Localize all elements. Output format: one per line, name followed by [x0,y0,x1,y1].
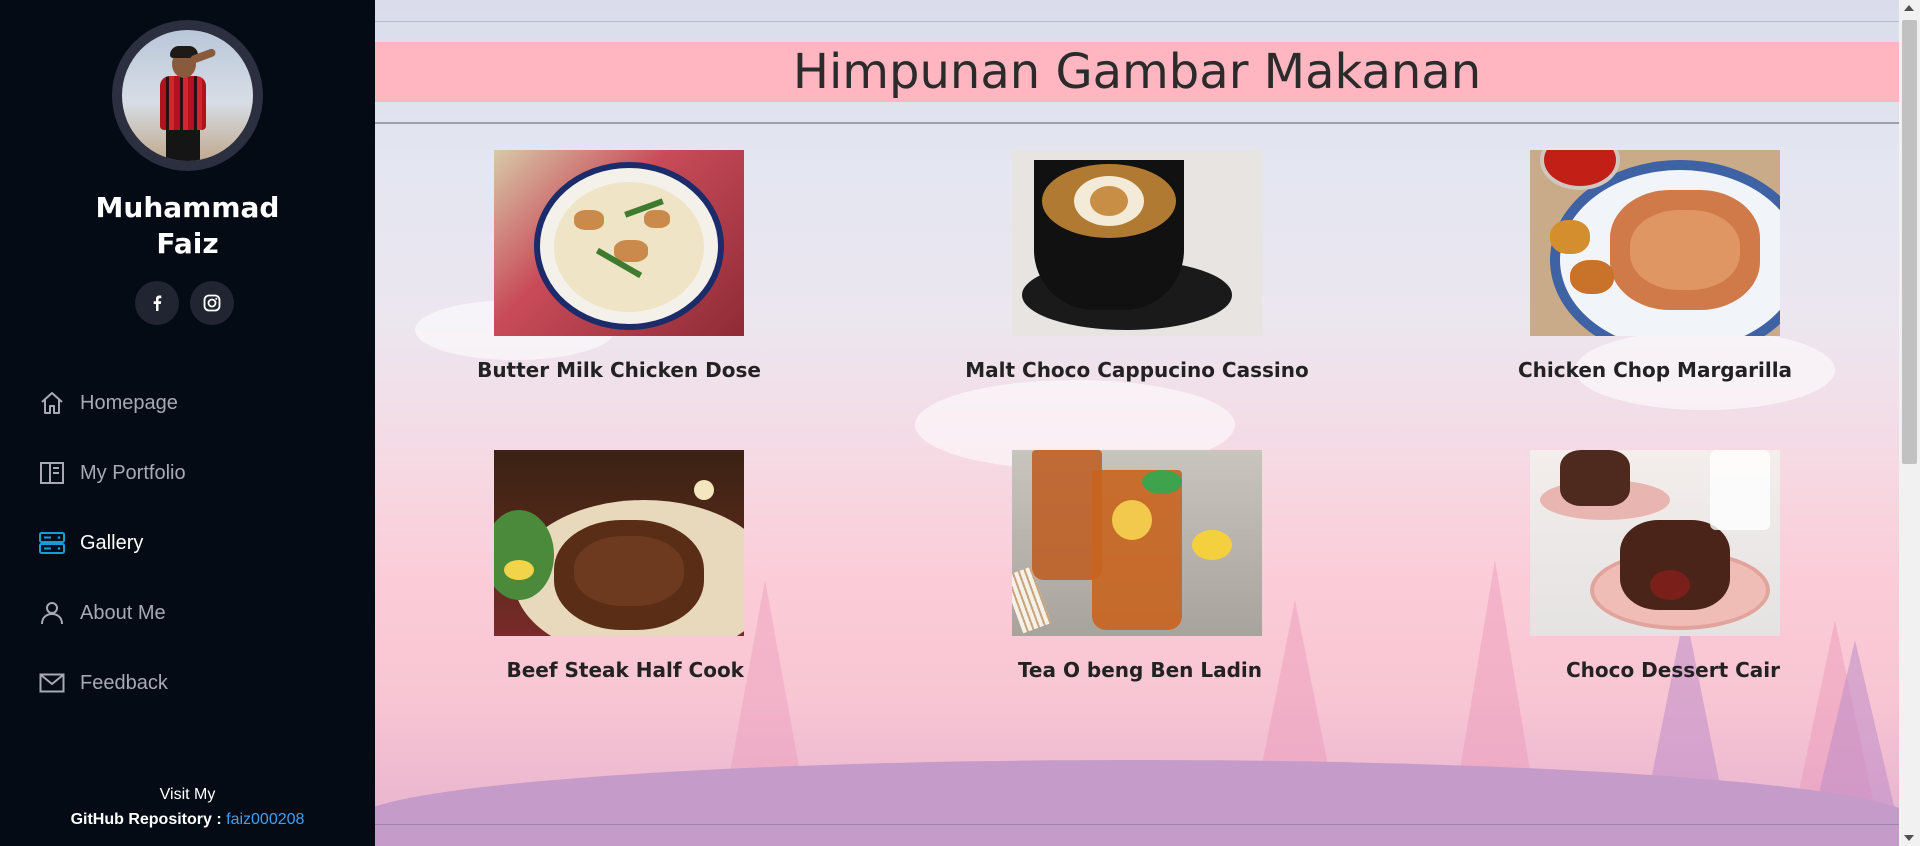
food-caption: Chicken Chop Margarilla [1517,358,1793,382]
top-divider [375,21,1899,22]
facebook-icon [153,295,162,311]
bottom-divider [375,824,1899,825]
footer-line-1: Visit My [159,786,216,803]
avatar [122,30,253,161]
footer-github-label: GitHub Repository : [70,811,227,828]
nav-item-my-portfolio[interactable]: My Portfolio [0,438,375,508]
nav-item-homepage[interactable]: Homepage [0,368,375,438]
food-image[interactable] [1012,150,1262,336]
envelope-icon [38,669,66,697]
food-caption: Butter Milk Chicken Dose [477,358,761,382]
profile-name: Muhammad Faiz [95,191,280,260]
food-image[interactable] [494,150,744,336]
food-caption: Tea O beng Ben Ladin [1017,658,1262,682]
gallery-card[interactable]: Choco Dessert Cair [1530,450,1780,682]
food-image[interactable] [1012,450,1262,636]
instagram-icon [203,294,221,312]
gallery-card[interactable]: Malt Choco Cappucino Cassino [965,150,1309,382]
food-caption: Malt Choco Cappucino Cassino [965,358,1309,382]
instagram-button[interactable] [190,281,234,325]
sidebar-footer: Visit My GitHub Repository : faiz000208 [0,782,375,832]
food-caption: Beef Steak Half Cook [506,658,744,682]
server-icon [38,529,66,557]
food-image[interactable] [1530,150,1780,336]
home-icon [38,389,66,417]
scroll-down-icon[interactable] [1904,835,1914,841]
title-divider [375,122,1899,124]
nav-label-my-portfolio: My Portfolio [80,461,186,484]
food-image[interactable] [494,450,744,636]
facebook-button[interactable] [135,281,179,325]
gallery-card[interactable]: Tea O beng Ben Ladin [1012,450,1262,682]
gallery-main: Himpunan Gambar Makanan Butter Milk Chic… [375,0,1899,846]
sidebar-nav: Homepage My Portfolio Gallery About Me F… [0,368,375,718]
nav-item-feedback[interactable]: Feedback [0,648,375,718]
gallery-card[interactable]: Chicken Chop Margarilla [1518,150,1792,382]
page-title: Himpunan Gambar Makanan [375,42,1899,102]
gallery-card[interactable]: Beef Steak Half Cook [494,450,744,682]
nav-label-about-me: About Me [80,601,166,624]
avatar-frame [112,20,263,171]
food-image[interactable] [1530,450,1780,636]
scrollbar-thumb[interactable] [1902,20,1917,464]
nav-item-gallery[interactable]: Gallery [0,508,375,578]
nav-label-gallery: Gallery [80,531,144,554]
nav-item-about-me[interactable]: About Me [0,578,375,648]
nav-label-homepage: Homepage [80,391,178,414]
food-caption: Choco Dessert Cair [1565,658,1780,682]
sidebar: Muhammad Faiz Homepage My Portfolio Gall… [0,0,375,846]
book-icon [38,459,66,487]
scroll-up-icon[interactable] [1904,5,1914,11]
page-scrollbar[interactable] [1899,0,1920,846]
nav-label-feedback: Feedback [80,671,168,694]
gallery-card[interactable]: Butter Milk Chicken Dose [477,150,761,382]
github-link[interactable]: faiz000208 [226,811,304,828]
person-icon [38,599,66,627]
